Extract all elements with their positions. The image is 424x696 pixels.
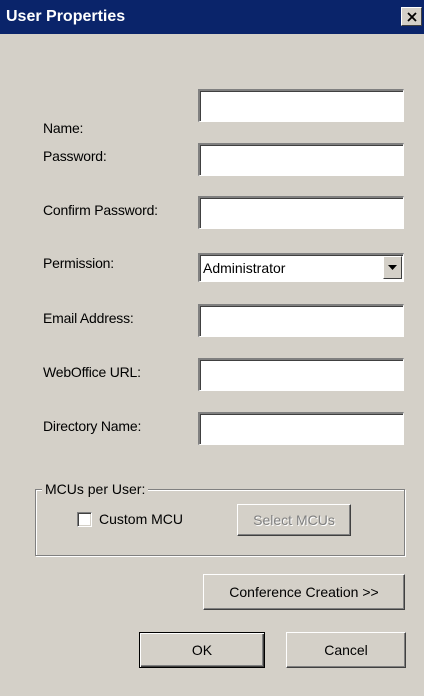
password-label: Password: (43, 148, 107, 164)
custom-mcu-checkbox[interactable] (77, 512, 92, 527)
email-label: Email Address: (43, 310, 134, 326)
directory-name-label: Directory Name: (43, 418, 142, 434)
ok-button[interactable]: OK (139, 632, 265, 668)
permission-dropdown-button[interactable] (383, 256, 402, 279)
confirm-password-label: Confirm Password: (43, 202, 158, 218)
weboffice-url-input[interactable] (198, 358, 404, 391)
close-button[interactable] (401, 7, 422, 26)
permission-selected-value: Administrator (203, 260, 286, 276)
chevron-down-icon (388, 264, 397, 270)
close-icon (406, 11, 417, 22)
user-properties-dialog: User Properties Name: Password: Confirm … (0, 0, 424, 696)
custom-mcu-label[interactable]: Custom MCU (99, 511, 183, 528)
permission-label: Permission: (43, 255, 114, 271)
cancel-button[interactable]: Cancel (286, 632, 406, 668)
directory-name-input[interactable] (198, 412, 404, 445)
select-mcus-button[interactable]: Select MCUs (237, 504, 351, 536)
permission-select[interactable]: Administrator (198, 253, 404, 282)
mcus-per-user-legend: MCUs per User: (42, 481, 149, 498)
title-bar[interactable]: User Properties (0, 0, 424, 34)
name-input[interactable] (198, 89, 404, 122)
window-title: User Properties (6, 8, 126, 25)
password-input[interactable] (198, 143, 404, 176)
name-label: Name: (43, 120, 84, 136)
email-input[interactable] (198, 304, 404, 337)
weboffice-url-label: WebOffice URL: (43, 364, 141, 380)
confirm-password-input[interactable] (198, 196, 404, 229)
conference-creation-button[interactable]: Conference Creation >> (203, 574, 405, 610)
